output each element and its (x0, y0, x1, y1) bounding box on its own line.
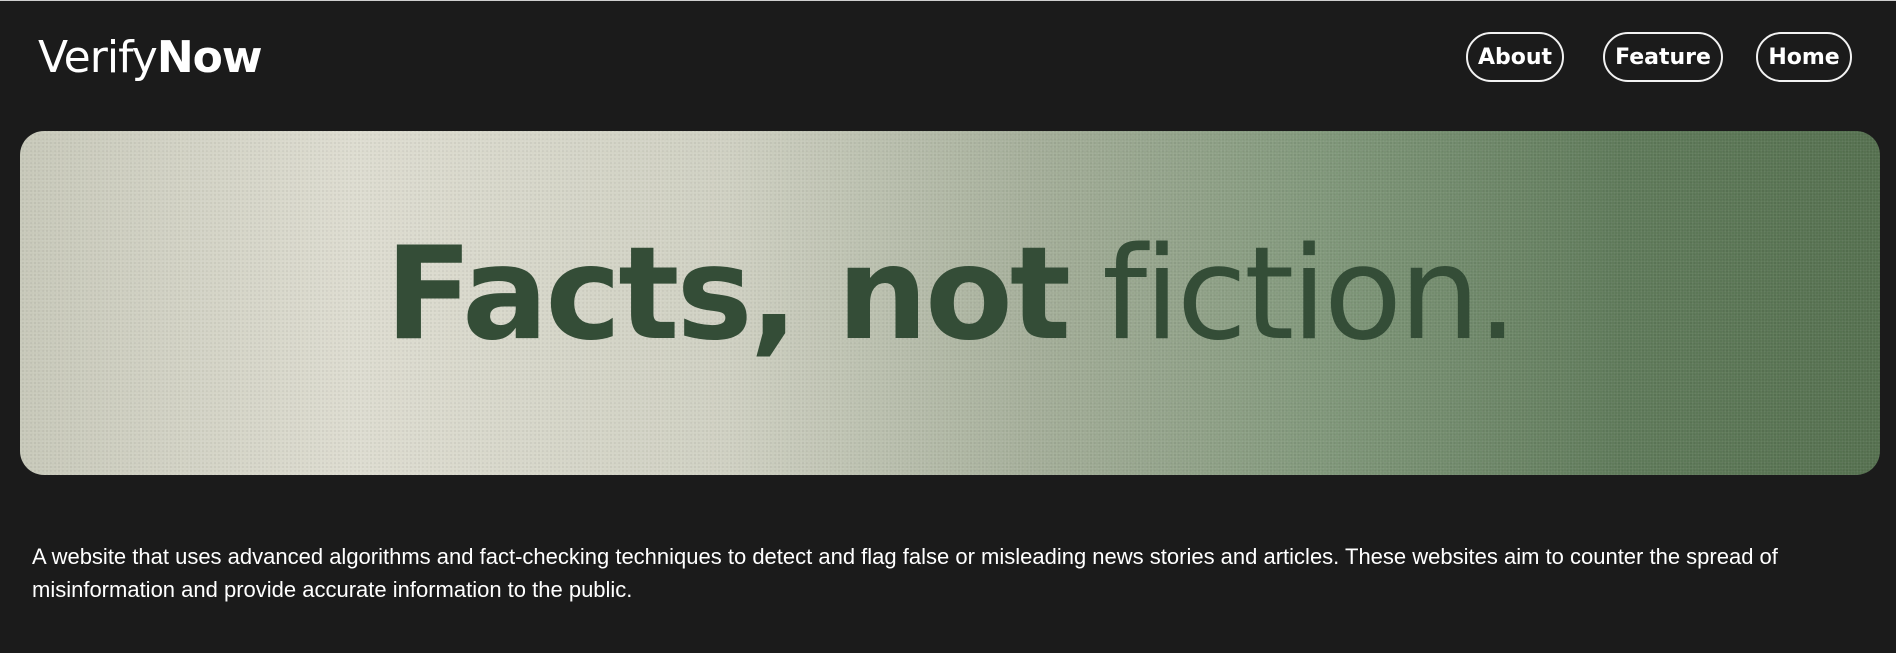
logo-text-verify: Verify (38, 32, 158, 83)
hero-banner: Facts, not fiction. (20, 131, 1880, 475)
hero-title-light: fiction. (1102, 219, 1518, 369)
hero-title-strong: Facts, not (385, 219, 1071, 369)
hero-title: Facts, not fiction. (20, 131, 1880, 475)
nav-home-button[interactable]: Home (1756, 32, 1852, 82)
site-header: VerifyNow About Feature Home (0, 0, 1896, 118)
site-description: A website that uses advanced algorithms … (32, 544, 1778, 602)
logo-text-now: Now (156, 32, 263, 83)
site-logo[interactable]: VerifyNow (38, 30, 263, 86)
nav-about-button[interactable]: About (1466, 32, 1564, 82)
nav-feature-button[interactable]: Feature (1603, 32, 1723, 82)
main-nav: About Feature Home (1466, 32, 1852, 86)
